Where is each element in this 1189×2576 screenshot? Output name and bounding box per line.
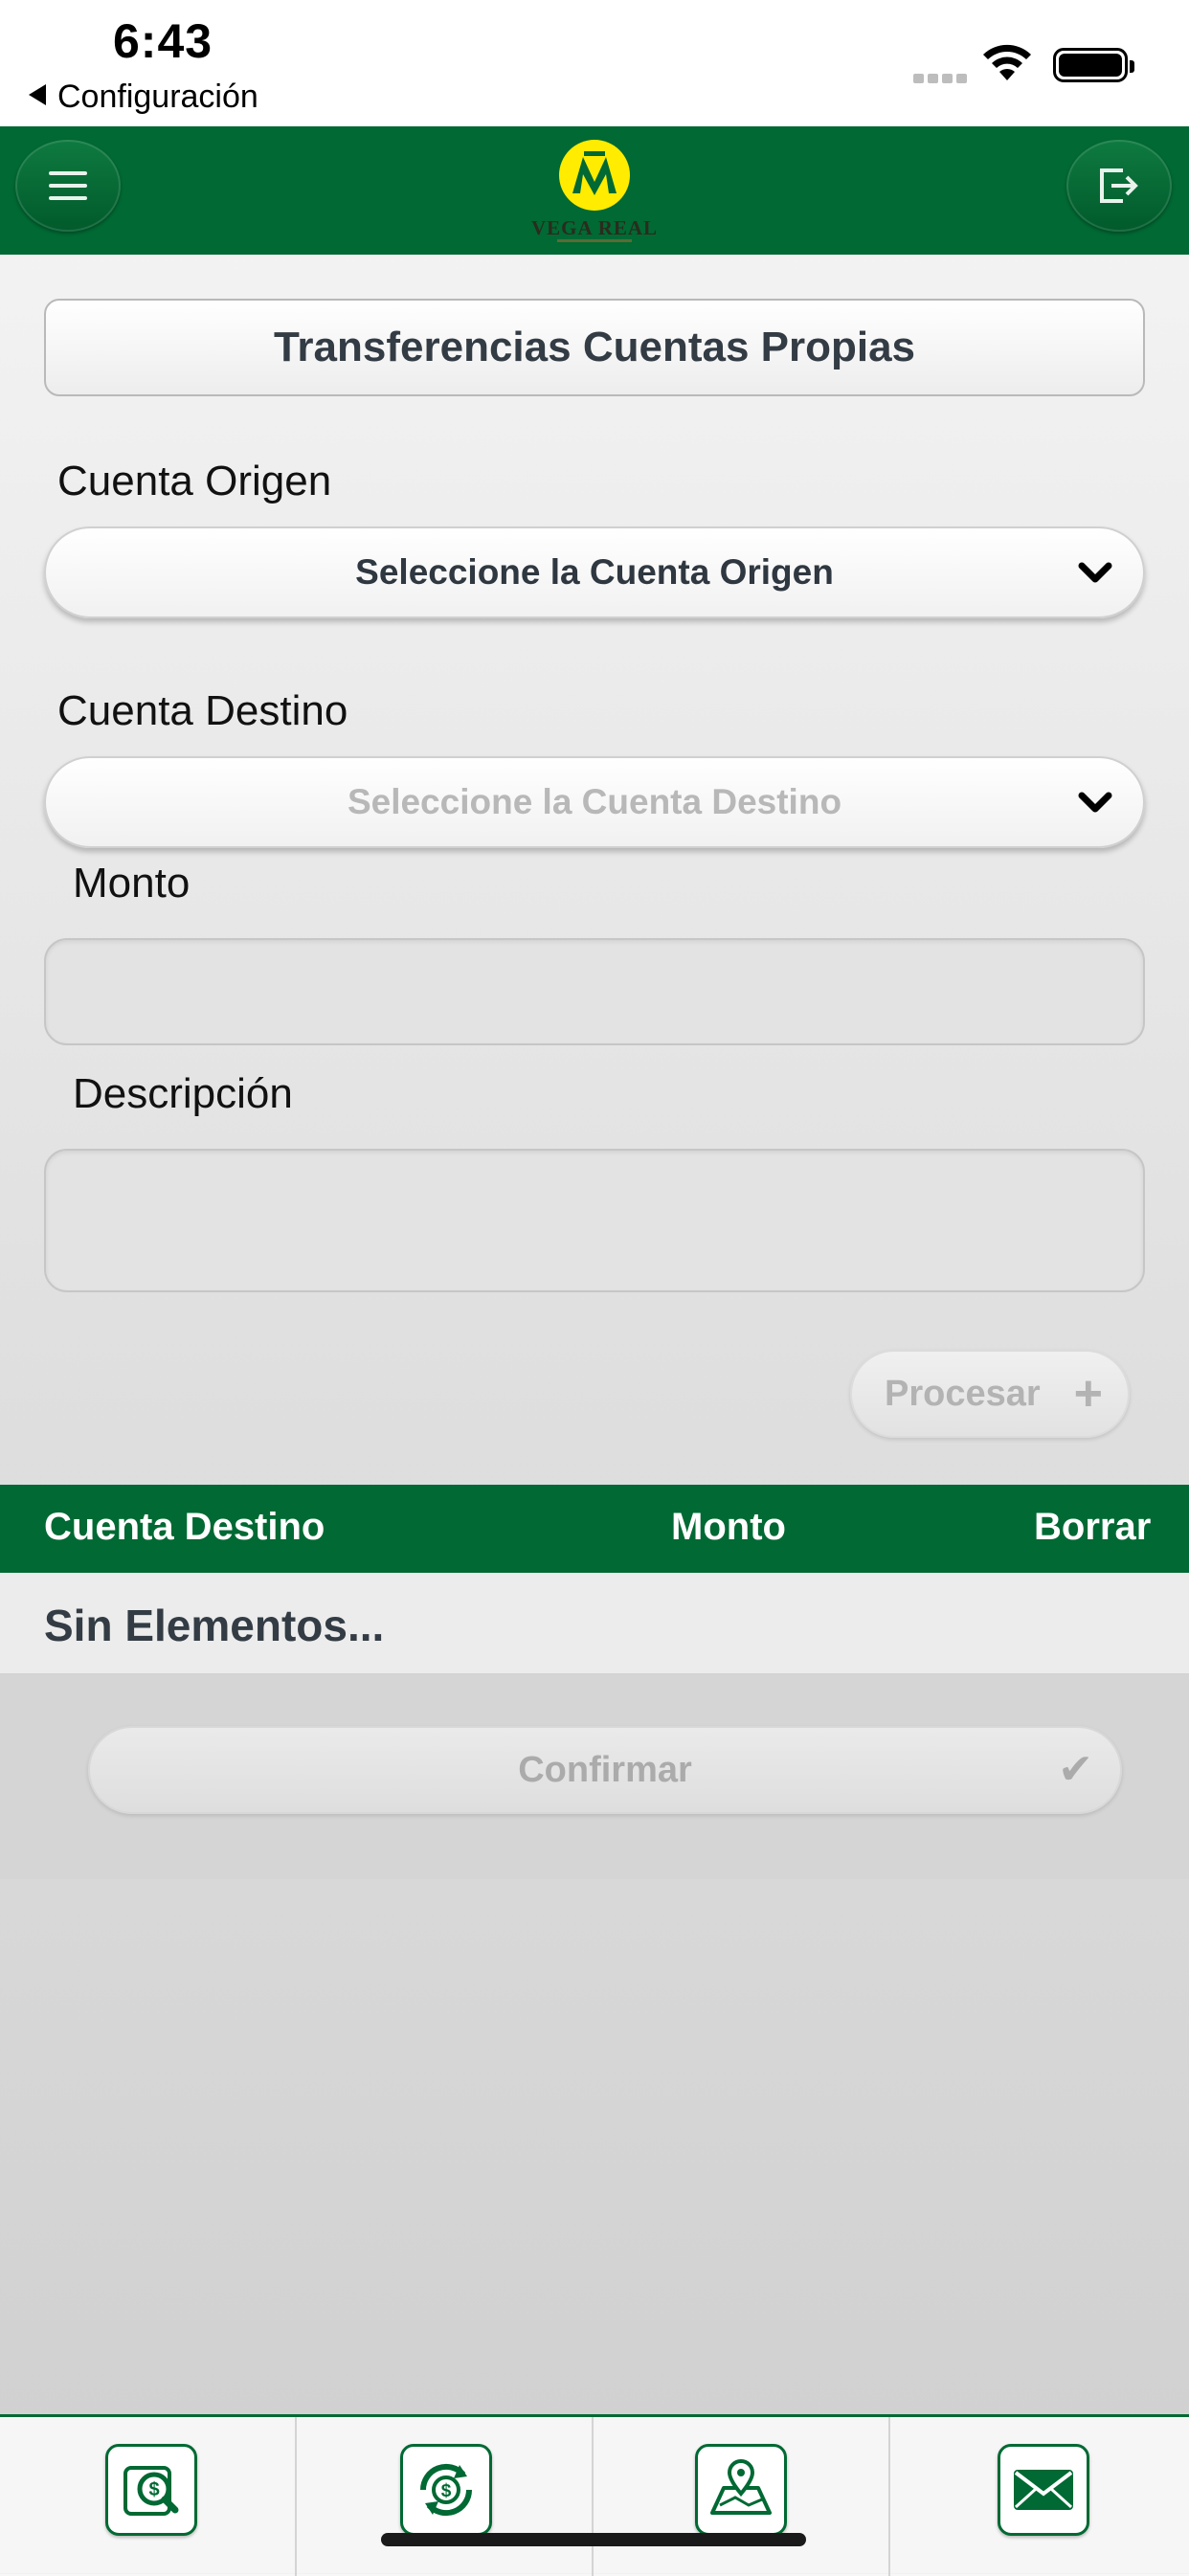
description-input[interactable] bbox=[44, 1149, 1145, 1292]
mail-icon bbox=[998, 2444, 1089, 2536]
vega-real-logo: VEGA REAL bbox=[528, 136, 661, 249]
plus-icon: + bbox=[1073, 1366, 1103, 1422]
logout-button[interactable] bbox=[1066, 140, 1172, 232]
status-bar: 6:43 Configuración bbox=[0, 0, 1189, 126]
back-arrow-icon bbox=[29, 84, 46, 105]
tab-locations[interactable] bbox=[594, 2417, 890, 2576]
hamburger-icon bbox=[49, 171, 87, 200]
chevron-down-icon bbox=[1078, 562, 1112, 583]
process-button-label: Procesar bbox=[885, 1373, 1041, 1414]
origin-account-select[interactable]: Seleccione la Cuenta Origen bbox=[44, 526, 1145, 618]
destination-account-select[interactable]: Seleccione la Cuenta Destino bbox=[44, 756, 1145, 848]
tab-transfers[interactable]: $ bbox=[297, 2417, 594, 2576]
destination-account-label: Cuenta Destino bbox=[57, 687, 348, 734]
table-empty-row: Sin Elementos... bbox=[0, 1573, 1189, 1674]
chevron-down-icon bbox=[1078, 792, 1112, 813]
back-link-label: Configuración bbox=[57, 78, 258, 115]
logo-emblem bbox=[559, 140, 630, 211]
svg-text:$: $ bbox=[441, 2481, 452, 2501]
battery-icon bbox=[1053, 48, 1134, 82]
bottom-tab-bar: $ $ bbox=[0, 2414, 1189, 2576]
amount-label: Monto bbox=[73, 860, 191, 907]
app-header: VEGA REAL bbox=[0, 126, 1189, 255]
origin-account-label: Cuenta Origen bbox=[57, 458, 332, 504]
account-search-icon: $ bbox=[105, 2444, 197, 2536]
logo-text: VEGA REAL bbox=[530, 216, 659, 239]
amount-input[interactable] bbox=[44, 938, 1145, 1045]
column-delete: Borrar bbox=[1034, 1506, 1152, 1548]
map-location-icon bbox=[695, 2444, 787, 2536]
cellular-signal-icon bbox=[913, 71, 971, 83]
process-button[interactable]: Procesar + bbox=[850, 1350, 1130, 1438]
confirm-button[interactable]: Confirmar ✔ bbox=[88, 1726, 1122, 1814]
column-destination: Cuenta Destino bbox=[44, 1506, 325, 1548]
tab-contact[interactable] bbox=[890, 2417, 1187, 2576]
column-amount: Monto bbox=[671, 1506, 786, 1548]
back-to-app-link[interactable]: Configuración bbox=[29, 78, 258, 116]
empty-message: Sin Elementos... bbox=[44, 1601, 385, 1650]
confirm-area: Confirmar ✔ bbox=[0, 1674, 1189, 1879]
page-title: Transferencias Cuentas Propias bbox=[44, 299, 1145, 396]
status-time: 6:43 bbox=[113, 14, 213, 68]
logout-icon bbox=[1100, 168, 1138, 203]
description-label: Descripción bbox=[73, 1070, 293, 1117]
home-indicator[interactable] bbox=[381, 2533, 806, 2546]
origin-account-selected: Seleccione la Cuenta Origen bbox=[355, 552, 834, 592]
menu-button[interactable] bbox=[15, 140, 121, 232]
wifi-icon bbox=[983, 44, 1031, 80]
tab-accounts[interactable]: $ bbox=[0, 2417, 297, 2576]
confirm-button-label: Confirmar bbox=[518, 1749, 692, 1790]
svg-text:$: $ bbox=[148, 2479, 159, 2500]
transfers-table-header: Cuenta Destino Monto Borrar bbox=[0, 1485, 1189, 1573]
checkmark-icon: ✔ bbox=[1058, 1746, 1093, 1793]
money-transfer-icon: $ bbox=[400, 2444, 492, 2536]
destination-account-selected: Seleccione la Cuenta Destino bbox=[347, 782, 842, 821]
